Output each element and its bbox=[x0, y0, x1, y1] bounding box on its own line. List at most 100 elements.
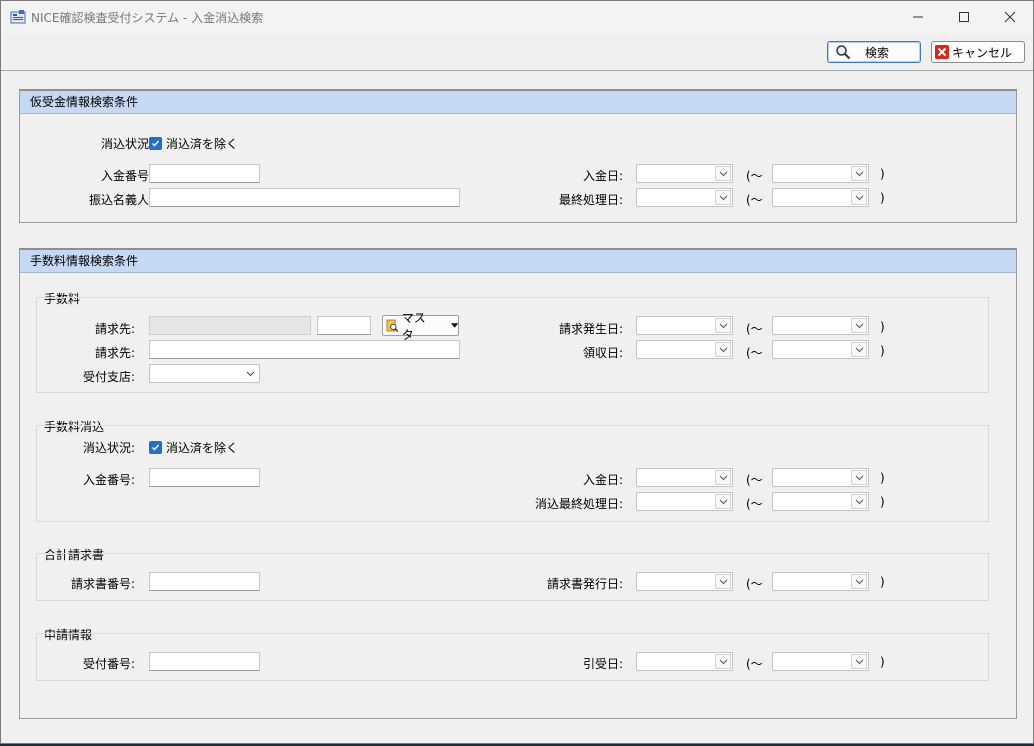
branch-select-dropdown[interactable] bbox=[242, 366, 258, 381]
invoice-date-to[interactable] bbox=[772, 572, 869, 591]
issue-date-from[interactable] bbox=[636, 316, 733, 335]
billing-label: 請求先: bbox=[94, 322, 135, 336]
clear-deposit-date-from[interactable] bbox=[636, 468, 733, 487]
deposit-number-input[interactable] bbox=[149, 164, 260, 183]
deposit-date-to-dropdown[interactable] bbox=[851, 166, 867, 181]
last-processed-to-dropdown[interactable] bbox=[851, 190, 867, 205]
exclude-cleared-checkbox[interactable] bbox=[149, 137, 162, 150]
master-dropdown-button[interactable]: マスタ bbox=[382, 311, 459, 342]
range-open: (～ bbox=[746, 497, 763, 511]
chevron-down-icon bbox=[855, 171, 863, 176]
maximize-icon bbox=[959, 12, 969, 22]
receipt-date-label: 領収日: bbox=[582, 346, 623, 360]
handover-date-to[interactable] bbox=[772, 652, 869, 671]
branch-select[interactable] bbox=[149, 364, 260, 383]
clear-deposit-date-label: 入金日: bbox=[582, 473, 623, 487]
clear-status-label: 消込状況: bbox=[82, 441, 135, 455]
invoice-date-label: 請求書発行日: bbox=[546, 577, 623, 591]
chevron-down-icon bbox=[855, 659, 863, 664]
last-processed-from[interactable] bbox=[636, 188, 733, 207]
clear-exclude-label: 消込済を除く bbox=[166, 441, 239, 455]
range-open: (～ bbox=[746, 193, 763, 207]
chevron-down-icon bbox=[719, 475, 727, 480]
cancel-button[interactable]: キャンセル bbox=[931, 41, 1025, 63]
range-open: (～ bbox=[746, 657, 763, 671]
billing-code-display bbox=[149, 316, 311, 335]
receipt-date-to-dropdown[interactable] bbox=[851, 342, 867, 357]
invoice-date-to-dropdown[interactable] bbox=[851, 574, 867, 589]
clear-deposit-date-from-dropdown[interactable] bbox=[715, 470, 731, 485]
deposit-number-label: 入金番号: bbox=[100, 169, 153, 183]
issue-date-from-dropdown[interactable] bbox=[715, 318, 731, 333]
range-close: ) bbox=[880, 655, 885, 669]
handover-date-label: 引受日: bbox=[582, 657, 623, 671]
cancel-button-label: キャンセル bbox=[952, 45, 1013, 60]
master-search-icon bbox=[386, 319, 399, 332]
handover-date-to-dropdown[interactable] bbox=[851, 654, 867, 669]
clear-last-processed-to-dropdown[interactable] bbox=[851, 494, 867, 509]
deposit-date-from[interactable] bbox=[636, 164, 733, 183]
chevron-down-icon bbox=[855, 499, 863, 504]
advance-payment-panel: 仮受金情報検索条件 消込状況: 消込済を除く 入金番号: 振込名義人: 入金日:… bbox=[19, 89, 1017, 223]
receipt-number-input[interactable] bbox=[149, 652, 260, 671]
toolbar-divider bbox=[1, 70, 1033, 71]
chevron-down-icon bbox=[855, 579, 863, 584]
clear-deposit-date-to[interactable] bbox=[772, 468, 869, 487]
range-close: ) bbox=[880, 167, 885, 181]
handover-date-from[interactable] bbox=[636, 652, 733, 671]
handover-date-from-dropdown[interactable] bbox=[715, 654, 731, 669]
billing-code-input[interactable] bbox=[317, 316, 371, 335]
clear-last-processed-from[interactable] bbox=[636, 492, 733, 511]
master-button-label: マスタ bbox=[401, 310, 426, 342]
range-close: ) bbox=[880, 495, 885, 509]
caret-down-icon bbox=[450, 323, 459, 328]
window-title: NICE確認検査受付システム - 入金消込検索 bbox=[31, 11, 264, 25]
search-button[interactable]: 検索 bbox=[827, 41, 921, 63]
deposit-date-to[interactable] bbox=[772, 164, 869, 183]
range-close: ) bbox=[880, 344, 885, 358]
range-close: ) bbox=[880, 320, 885, 334]
last-processed-label: 最終処理日: bbox=[558, 193, 623, 207]
invoice-number-label: 請求書番号: bbox=[70, 577, 135, 591]
receipt-date-from[interactable] bbox=[636, 340, 733, 359]
clear-deposit-number-input[interactable] bbox=[149, 468, 260, 487]
invoice-date-from[interactable] bbox=[636, 572, 733, 591]
checkmark-icon bbox=[151, 444, 160, 451]
app-icon bbox=[10, 10, 26, 24]
last-processed-to[interactable] bbox=[772, 188, 869, 207]
billing-name-input[interactable] bbox=[149, 340, 460, 359]
range-close: ) bbox=[880, 575, 885, 589]
receipt-date-to[interactable] bbox=[772, 340, 869, 359]
chevron-down-icon bbox=[855, 195, 863, 200]
search-button-label: 検索 bbox=[865, 45, 890, 60]
issue-date-to-dropdown[interactable] bbox=[851, 318, 867, 333]
receipt-date-from-dropdown[interactable] bbox=[715, 342, 731, 357]
issue-date-to[interactable] bbox=[772, 316, 869, 335]
chevron-down-icon bbox=[855, 347, 863, 352]
payer-name-input[interactable] bbox=[149, 188, 460, 207]
fee-panel-header: 手数料情報検索条件 bbox=[20, 250, 1016, 273]
payer-name-label: 振込名義人: bbox=[88, 193, 153, 207]
title-bar: NICE確認検査受付システム - 入金消込検索 bbox=[1, 1, 1033, 33]
clear-deposit-date-to-dropdown[interactable] bbox=[851, 470, 867, 485]
last-processed-from-dropdown[interactable] bbox=[715, 190, 731, 205]
deposit-date-label: 入金日: bbox=[582, 169, 623, 183]
minimize-button[interactable] bbox=[895, 1, 941, 33]
invoice-date-from-dropdown[interactable] bbox=[715, 574, 731, 589]
chevron-down-icon bbox=[719, 499, 727, 504]
range-open: (～ bbox=[746, 322, 763, 336]
close-button[interactable] bbox=[987, 1, 1033, 33]
range-open: (～ bbox=[746, 473, 763, 487]
clear-deposit-number-label: 入金番号: bbox=[82, 473, 135, 487]
chevron-down-icon bbox=[719, 347, 727, 352]
invoice-number-input[interactable] bbox=[149, 572, 260, 591]
advance-payment-header: 仮受金情報検索条件 bbox=[20, 91, 1016, 114]
deposit-date-from-dropdown[interactable] bbox=[715, 166, 731, 181]
clear-last-processed-to[interactable] bbox=[772, 492, 869, 511]
range-open: (～ bbox=[746, 346, 763, 360]
clear-exclude-checkbox[interactable] bbox=[149, 441, 162, 454]
clear-last-processed-from-dropdown[interactable] bbox=[715, 494, 731, 509]
maximize-button[interactable] bbox=[941, 1, 987, 33]
range-close: ) bbox=[880, 471, 885, 485]
close-icon bbox=[1004, 11, 1016, 23]
